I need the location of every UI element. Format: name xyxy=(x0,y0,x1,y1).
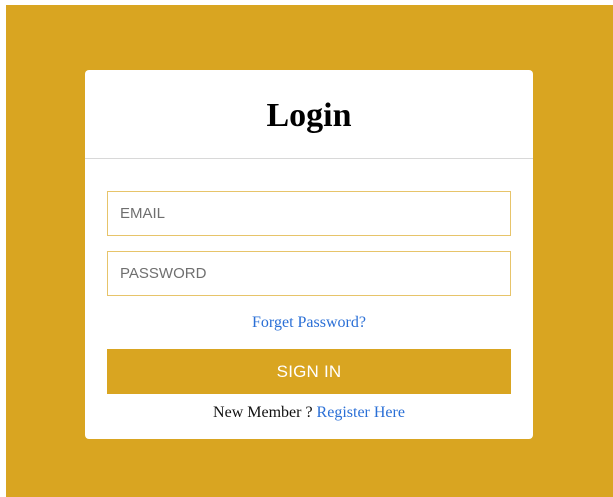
forgot-password-link[interactable]: Forget Password? xyxy=(85,313,533,333)
page-title: Login xyxy=(266,97,352,134)
register-prompt-text: New Member ? xyxy=(213,404,313,421)
register-prompt-line: New Member ? Register Here xyxy=(85,403,533,423)
login-card: Login Forget Password? SIGN IN New Membe… xyxy=(85,70,533,439)
page-background: Login Forget Password? SIGN IN New Membe… xyxy=(6,5,613,497)
email-field[interactable] xyxy=(107,191,511,236)
sign-in-button[interactable]: SIGN IN xyxy=(107,349,511,394)
password-field[interactable] xyxy=(107,251,511,296)
login-card-header: Login xyxy=(85,70,533,159)
register-link[interactable]: Register Here xyxy=(317,404,405,421)
